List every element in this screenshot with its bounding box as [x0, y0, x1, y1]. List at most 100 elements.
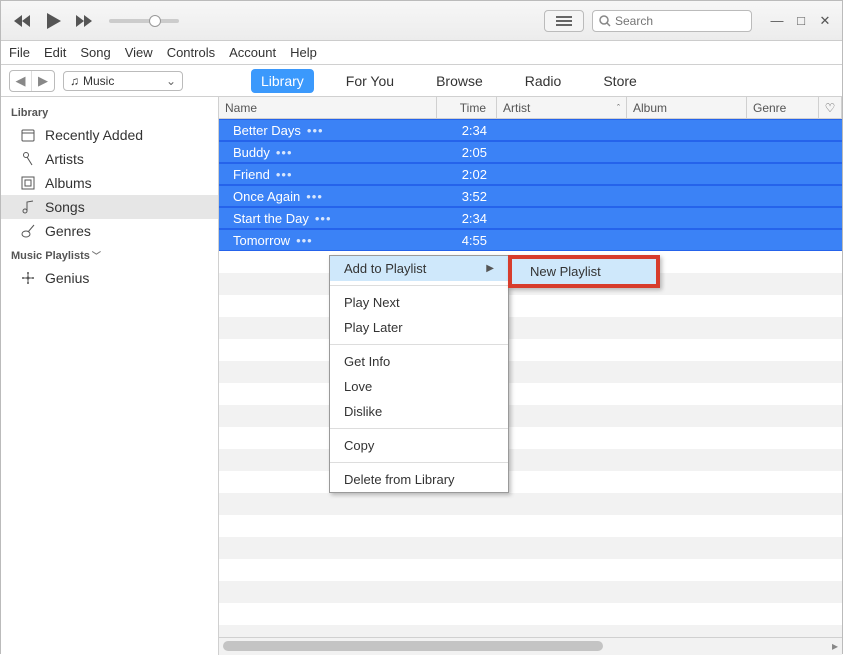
- sidebar-item-label: Recently Added: [45, 127, 143, 143]
- sidebar-section-library: Library: [1, 101, 218, 123]
- section-tabs: Library For You Browse Radio Store: [251, 69, 647, 93]
- guitar-icon: [19, 223, 37, 239]
- menu-file[interactable]: File: [9, 45, 30, 60]
- ctx-copy[interactable]: Copy: [330, 433, 508, 458]
- sidebar-item-label: Songs: [45, 199, 85, 215]
- ctx-delete-from-library[interactable]: Delete from Library: [330, 467, 508, 492]
- maximize-button[interactable]: □: [794, 14, 808, 28]
- submenu-new-playlist[interactable]: New Playlist: [512, 259, 656, 284]
- music-note-icon: ♫: [70, 74, 79, 88]
- window-controls: — □ ✕: [770, 14, 832, 28]
- horizontal-scrollbar[interactable]: ▸: [219, 637, 842, 655]
- song-rows: Better Days•••2:34 Buddy•••2:05 Friend••…: [219, 119, 842, 637]
- playback-controls: [11, 7, 179, 35]
- forward-button[interactable]: ▶: [32, 71, 54, 91]
- minimize-button[interactable]: —: [770, 14, 784, 28]
- sidebar-section-playlists[interactable]: Music Playlists﹀: [1, 243, 218, 266]
- volume-slider[interactable]: [109, 19, 179, 23]
- sidebar-item-label: Albums: [45, 175, 92, 191]
- sidebar-item-albums[interactable]: Albums: [1, 171, 218, 195]
- sidebar-item-genres[interactable]: Genres: [1, 219, 218, 243]
- menu-view[interactable]: View: [125, 45, 153, 60]
- sidebar-item-label: Artists: [45, 151, 84, 167]
- back-button[interactable]: ◀: [10, 71, 32, 91]
- table-row[interactable]: Friend•••2:02: [219, 163, 842, 185]
- ctx-dislike[interactable]: Dislike: [330, 399, 508, 424]
- menu-song[interactable]: Song: [80, 45, 110, 60]
- history-nav: ◀ ▶: [9, 70, 55, 92]
- context-menu: Add to Playlist▶ Play Next Play Later Ge…: [329, 255, 509, 493]
- search-field[interactable]: [592, 10, 752, 32]
- search-icon: [599, 15, 611, 27]
- ctx-play-next[interactable]: Play Next: [330, 290, 508, 315]
- tab-browse[interactable]: Browse: [426, 69, 493, 93]
- col-love[interactable]: ♡: [818, 97, 842, 118]
- sidebar: Library Recently Added Artists Albums So…: [1, 97, 219, 655]
- close-button[interactable]: ✕: [818, 14, 832, 28]
- next-button[interactable]: [73, 10, 95, 32]
- table-row[interactable]: Buddy•••2:05: [219, 141, 842, 163]
- more-icon[interactable]: •••: [276, 167, 293, 182]
- separator: [330, 462, 508, 463]
- more-icon[interactable]: •••: [276, 145, 293, 160]
- col-time[interactable]: Time: [437, 97, 497, 118]
- menu-help[interactable]: Help: [290, 45, 317, 60]
- more-icon[interactable]: •••: [296, 233, 313, 248]
- table-row[interactable]: Better Days•••2:34: [219, 119, 842, 141]
- separator: [330, 344, 508, 345]
- content-pane: Name Time Artistˆ Album Genre ♡ Better D…: [219, 97, 842, 655]
- table-row[interactable]: Start the Day•••2:34: [219, 207, 842, 229]
- tab-for-you[interactable]: For You: [336, 69, 404, 93]
- volume-knob[interactable]: [149, 15, 161, 27]
- tab-library[interactable]: Library: [251, 69, 314, 93]
- up-next-button[interactable]: [544, 10, 584, 32]
- sidebar-item-songs[interactable]: Songs: [1, 195, 218, 219]
- play-button[interactable]: [39, 7, 67, 35]
- col-artist[interactable]: Artistˆ: [497, 97, 627, 118]
- submenu-new-playlist-highlight: New Playlist: [508, 255, 660, 288]
- col-genre[interactable]: Genre: [747, 97, 818, 118]
- main-area: Library Recently Added Artists Albums So…: [1, 97, 842, 655]
- menu-bar: File Edit Song View Controls Account Hel…: [1, 41, 842, 65]
- menu-account[interactable]: Account: [229, 45, 276, 60]
- table-row[interactable]: Tomorrow•••4:55: [219, 229, 842, 251]
- ctx-get-info[interactable]: Get Info: [330, 349, 508, 374]
- table-row[interactable]: Once Again•••3:52: [219, 185, 842, 207]
- scroll-right-icon[interactable]: ▸: [832, 639, 838, 653]
- ctx-add-to-playlist[interactable]: Add to Playlist▶: [330, 256, 508, 281]
- chevron-right-icon: ▶: [486, 263, 494, 274]
- col-name[interactable]: Name: [219, 97, 437, 118]
- song-icon: [19, 199, 37, 215]
- sidebar-item-genius[interactable]: Genius: [1, 266, 218, 290]
- scroll-thumb[interactable]: [223, 641, 603, 651]
- heart-icon: ♡: [825, 101, 836, 115]
- ctx-love[interactable]: Love: [330, 374, 508, 399]
- tab-radio[interactable]: Radio: [515, 69, 572, 93]
- sidebar-item-artists[interactable]: Artists: [1, 147, 218, 171]
- chevron-down-icon: ﹀: [92, 251, 101, 261]
- sidebar-item-label: Genius: [45, 270, 89, 286]
- search-input[interactable]: [615, 14, 745, 28]
- mic-icon: [19, 151, 37, 167]
- ctx-play-later[interactable]: Play Later: [330, 315, 508, 340]
- column-headers: Name Time Artistˆ Album Genre ♡: [219, 97, 842, 119]
- previous-button[interactable]: [11, 10, 33, 32]
- menu-controls[interactable]: Controls: [167, 45, 215, 60]
- sort-asc-icon: ˆ: [617, 103, 620, 113]
- sidebar-item-label: Genres: [45, 223, 91, 239]
- more-icon[interactable]: •••: [315, 211, 332, 226]
- separator: [330, 285, 508, 286]
- media-picker-label: Music: [83, 74, 114, 88]
- nav-row: ◀ ▶ ♫ Music ⌄ Library For You Browse Rad…: [1, 65, 842, 97]
- more-icon[interactable]: •••: [306, 189, 323, 204]
- separator: [330, 428, 508, 429]
- album-icon: [19, 175, 37, 191]
- media-picker[interactable]: ♫ Music ⌄: [63, 71, 183, 91]
- tab-store[interactable]: Store: [593, 69, 646, 93]
- playback-toolbar: — □ ✕: [1, 1, 842, 41]
- genius-icon: [19, 270, 37, 286]
- more-icon[interactable]: •••: [307, 123, 324, 138]
- sidebar-item-recently-added[interactable]: Recently Added: [1, 123, 218, 147]
- col-album[interactable]: Album: [627, 97, 747, 118]
- menu-edit[interactable]: Edit: [44, 45, 66, 60]
